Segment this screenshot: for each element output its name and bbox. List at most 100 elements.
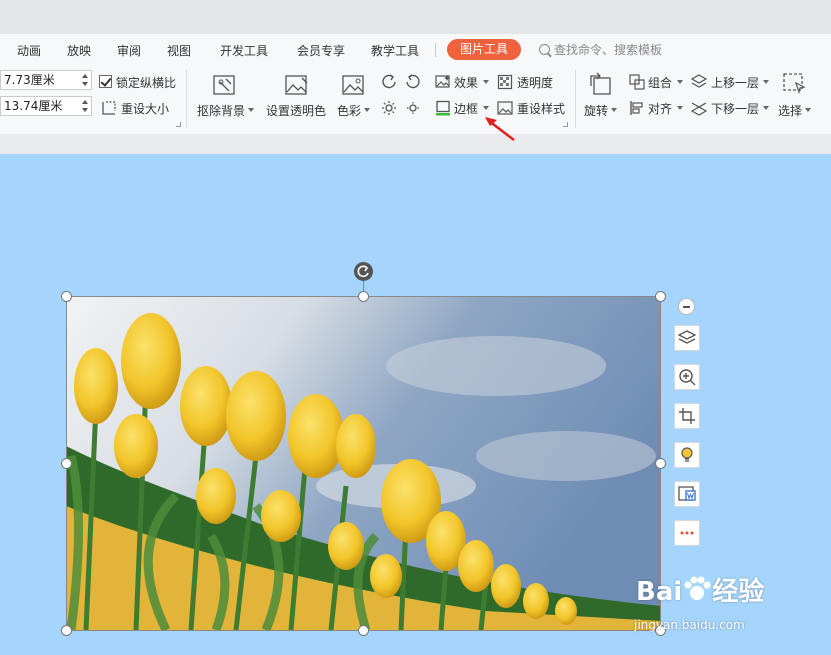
tulip-picture[interactable] xyxy=(66,296,661,630)
picture-ribbon: 7.73厘米 13.74厘米 锁定纵横比 重设大小 抠除背景 设置透明色 色彩 … xyxy=(0,64,831,134)
group-dropdown-icon[interactable] xyxy=(677,80,683,84)
resize-handle-top-left[interactable] xyxy=(61,291,72,302)
align-icon[interactable] xyxy=(629,100,645,116)
remove-bg-dropdown-icon[interactable] xyxy=(248,108,254,112)
menu-review[interactable]: 审阅 xyxy=(117,42,141,59)
effects-button[interactable]: 效果 xyxy=(454,74,478,91)
reset-size-icon[interactable] xyxy=(101,100,117,116)
send-backward-button[interactable]: 下移一层 xyxy=(711,100,759,117)
layers-icon xyxy=(677,330,697,344)
zoom-in-icon xyxy=(679,369,696,386)
color-button[interactable]: 色彩 xyxy=(337,102,361,119)
color-dropdown-icon[interactable] xyxy=(364,108,370,112)
effects-dropdown-icon[interactable] xyxy=(483,80,489,84)
search-placeholder: 查找命令、搜索模板 xyxy=(554,43,663,57)
rotate-button[interactable]: 旋转 xyxy=(584,102,608,119)
transparency-button[interactable]: 透明度 xyxy=(517,74,553,91)
select-dropdown-icon[interactable] xyxy=(805,108,811,112)
height-spinner[interactable] xyxy=(81,99,89,113)
ribbon-divider xyxy=(0,134,831,154)
window-titlebar xyxy=(0,0,831,34)
watermark-brand-cn: 经验 xyxy=(712,577,765,607)
bring-forward-dropdown-icon[interactable] xyxy=(763,80,769,84)
more-icon xyxy=(680,531,694,535)
menu-developer[interactable]: 开发工具 xyxy=(220,42,268,59)
rotate-icon[interactable] xyxy=(588,72,614,96)
border-icon[interactable] xyxy=(435,100,451,116)
color-icon[interactable] xyxy=(341,74,367,98)
bring-forward-icon[interactable] xyxy=(691,74,707,90)
set-transparent-color-icon[interactable] xyxy=(284,74,310,98)
group-separator xyxy=(186,70,187,128)
height-field[interactable]: 13.74厘米 xyxy=(0,96,92,116)
rotate-left-icon[interactable] xyxy=(381,73,397,89)
rotate-handle[interactable] xyxy=(354,262,373,281)
rotate-dropdown-icon[interactable] xyxy=(611,108,617,112)
crop-button[interactable] xyxy=(674,403,700,429)
menu-animation[interactable]: 动画 xyxy=(17,42,41,59)
resize-handle-left[interactable] xyxy=(61,458,72,469)
menu-view[interactable]: 视图 xyxy=(167,42,191,59)
menu-teaching[interactable]: 教学工具 xyxy=(371,42,419,59)
zoom-button[interactable] xyxy=(674,364,700,390)
search-icon xyxy=(539,44,550,55)
picture-to-word-icon xyxy=(678,486,696,501)
resize-handle-top-right[interactable] xyxy=(655,291,666,302)
effects-icon[interactable] xyxy=(435,74,451,90)
resize-handle-right[interactable] xyxy=(655,458,666,469)
width-spinner[interactable] xyxy=(81,73,89,87)
height-value: 13.74厘米 xyxy=(4,99,63,113)
remove-background-button[interactable]: 抠除背景 xyxy=(197,102,245,119)
baidu-jingyan-watermark: Bai 经验 xyxy=(636,571,764,608)
menu-slideshow[interactable]: 放映 xyxy=(67,42,91,59)
group-icon[interactable] xyxy=(629,74,645,90)
width-field[interactable]: 7.73厘米 xyxy=(0,70,92,90)
lock-ratio-checkbox[interactable] xyxy=(99,75,112,88)
picture-to-text-button[interactable] xyxy=(674,481,700,507)
collapse-toolbar-button[interactable] xyxy=(678,298,695,315)
reset-style-icon[interactable] xyxy=(497,100,513,116)
bring-forward-button[interactable]: 上移一层 xyxy=(711,74,759,91)
tab-picture-tools[interactable]: 图片工具 xyxy=(447,39,521,60)
watermark-url: jingyan.baidu.com xyxy=(634,618,745,632)
select-icon[interactable] xyxy=(782,72,808,96)
tulip-image xyxy=(66,296,661,630)
lock-ratio-label: 锁定纵横比 xyxy=(116,76,177,90)
border-dropdown-icon[interactable] xyxy=(483,106,489,110)
menu-separator xyxy=(435,43,436,57)
border-button[interactable]: 边框 xyxy=(454,100,478,117)
annotation-arrow-icon xyxy=(485,117,515,141)
menu-member[interactable]: 会员专享 xyxy=(297,42,345,59)
rotate-right-icon[interactable] xyxy=(405,73,421,89)
more-options-button[interactable] xyxy=(674,520,700,546)
remove-background-icon[interactable] xyxy=(212,74,238,98)
smart-suggest-button[interactable] xyxy=(674,442,700,468)
adjust-dialog-launcher[interactable] xyxy=(563,122,568,127)
resize-handle-bottom[interactable] xyxy=(358,625,369,636)
send-backward-dropdown-icon[interactable] xyxy=(763,106,769,110)
group-separator xyxy=(575,70,576,128)
command-search[interactable]: 查找命令、搜索模板 xyxy=(539,41,662,58)
reset-size-label[interactable]: 重设大小 xyxy=(121,100,169,117)
crop-icon xyxy=(679,408,695,424)
set-transparent-color-button[interactable]: 设置透明色 xyxy=(266,102,326,119)
align-dropdown-icon[interactable] xyxy=(677,106,683,110)
width-value: 7.73厘米 xyxy=(4,73,55,87)
size-dialog-launcher[interactable] xyxy=(176,122,181,127)
resize-handle-top[interactable] xyxy=(358,291,369,302)
paw-logo-icon xyxy=(684,576,711,600)
reset-style-button[interactable]: 重设样式 xyxy=(517,100,565,117)
rotate-handle-icon xyxy=(357,265,369,278)
lightbulb-icon xyxy=(681,447,693,462)
send-backward-icon[interactable] xyxy=(691,100,707,116)
watermark-brand: Bai xyxy=(636,577,683,607)
group-button[interactable]: 组合 xyxy=(648,74,672,91)
transparency-icon[interactable] xyxy=(497,74,513,90)
select-button[interactable]: 选择 xyxy=(778,102,802,119)
menu-bar: 动画 放映 审阅 视图 开发工具 会员专享 教学工具 图片工具 查找命令、搜索模… xyxy=(0,34,831,64)
layers-button[interactable] xyxy=(674,325,700,351)
resize-handle-bottom-left[interactable] xyxy=(61,625,72,636)
brightness-down-icon[interactable] xyxy=(405,100,421,116)
brightness-up-icon[interactable] xyxy=(381,100,397,116)
align-button[interactable]: 对齐 xyxy=(648,100,672,117)
